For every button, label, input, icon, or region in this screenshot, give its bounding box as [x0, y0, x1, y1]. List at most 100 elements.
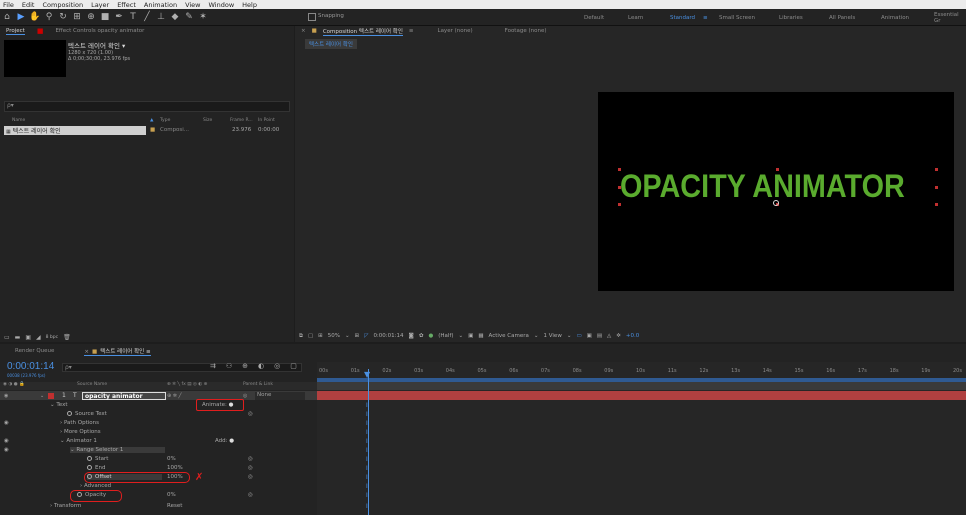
col-source-name[interactable]: Source Name — [77, 382, 107, 387]
exposure-reset-icon[interactable]: ✲ — [616, 333, 621, 339]
rotate-tool-icon[interactable]: ↻ — [56, 10, 70, 24]
chevron-down-icon[interactable]: ⌄ — [567, 333, 572, 339]
timeline-current-time[interactable]: 0:00:01:14 — [7, 361, 54, 372]
comp-subtab[interactable]: 텍스트 레이어 확인 — [305, 39, 357, 49]
prop-advanced[interactable]: › Advanced — [80, 483, 111, 489]
prop-start[interactable]: Start — [87, 456, 108, 462]
flowchart-icon[interactable]: ◢ — [36, 334, 41, 341]
new-comp-icon[interactable]: ▣ — [25, 334, 31, 341]
transparency-grid-icon[interactable]: ▦ — [478, 333, 483, 339]
snapping-checkbox[interactable] — [308, 13, 316, 21]
pickwhip-icon[interactable]: ◎ — [248, 474, 253, 480]
layer-switches[interactable]: ⊕ ✲ ╱ — [167, 393, 182, 399]
new-folder-icon[interactable]: ▬ — [15, 334, 21, 341]
camera-select[interactable]: Active Camera — [489, 333, 529, 339]
workspace-default[interactable]: Default — [584, 9, 604, 26]
layer-name[interactable]: opacity animator — [82, 391, 166, 400]
pickwhip-icon[interactable]: ◎ — [243, 393, 247, 399]
prop-end-value[interactable]: 100% — [167, 465, 183, 471]
prop-text[interactable]: ⌄ Text — [50, 402, 67, 408]
draft-3d-icon[interactable]: ⇉ — [210, 362, 216, 370]
expand-icon[interactable]: ⌄ — [40, 393, 44, 399]
tab-layer[interactable]: Layer (none) — [438, 28, 473, 34]
channel-icon[interactable]: ⊞ — [318, 333, 323, 339]
type-tool-icon[interactable]: T — [126, 10, 140, 24]
prop-source-text[interactable]: Source Text — [67, 411, 107, 417]
handle-mid-right[interactable] — [935, 186, 938, 189]
prop-transform[interactable]: › Transform — [50, 503, 81, 509]
chevron-down-icon[interactable]: ⌄ — [345, 333, 350, 339]
prop-end[interactable]: End — [87, 465, 105, 471]
menu-animation[interactable]: Animation — [144, 1, 177, 9]
zoom-tool-icon[interactable]: ⚲ — [42, 10, 56, 24]
time-ruler[interactable] — [317, 382, 966, 390]
menu-composition[interactable]: Composition — [42, 1, 83, 9]
playhead-handle-icon[interactable]: ▼ — [364, 370, 370, 379]
shy-layers-icon[interactable]: ⚇ — [226, 362, 232, 370]
hand-tool-icon[interactable]: ✋ — [28, 10, 42, 24]
clone-stamp-icon[interactable]: ⊥ — [154, 10, 168, 24]
current-time[interactable]: 0:00:01:14 — [373, 333, 403, 339]
playhead-line[interactable] — [368, 369, 369, 515]
chevron-down-icon[interactable]: ⌄ — [534, 333, 539, 339]
region-icon[interactable]: ▢ — [308, 333, 313, 339]
pickwhip-icon[interactable]: ◎ — [248, 492, 253, 498]
flowchart-icon[interactable]: ◬ — [607, 333, 611, 339]
comp-viewer-canvas[interactable]: OPACITY ANIMATOR — [598, 92, 954, 291]
project-item-row[interactable]: ▦ 텍스트 레이어 확인 — [4, 126, 146, 135]
handle-mid-left[interactable] — [618, 186, 621, 189]
view-layout-select[interactable]: 1 View — [544, 333, 562, 339]
tab-composition[interactable]: Composition 텍스트 레이어 확인 — [322, 27, 403, 36]
pickwhip-icon[interactable]: ◎ — [248, 411, 253, 417]
prop-path-options[interactable]: › Path Options — [60, 420, 99, 426]
fast-preview-icon[interactable]: ▣ — [587, 333, 592, 339]
lock-icon[interactable]: ■ — [312, 28, 317, 34]
col-frame-rate[interactable]: Frame R... — [230, 118, 253, 123]
handle-bottom-left[interactable] — [618, 203, 621, 206]
workspace-all-panels[interactable]: All Panels — [829, 9, 855, 26]
frame-blending-icon[interactable]: ⊕ — [242, 362, 248, 370]
handle-top-mid[interactable] — [776, 168, 779, 171]
col-size[interactable]: Size — [203, 118, 212, 123]
prop-more-options[interactable]: › More Options — [60, 429, 101, 435]
anchor-point-icon[interactable] — [773, 200, 779, 206]
grid-icon[interactable]: ⊞ — [355, 333, 360, 339]
col-in-point[interactable]: In Point — [258, 118, 275, 123]
bit-depth[interactable]: 8 bpc — [46, 335, 58, 340]
menu-edit[interactable]: Edit — [22, 1, 35, 9]
roto-brush-icon[interactable]: ✎ — [182, 10, 196, 24]
col-name[interactable]: Name — [12, 118, 25, 123]
eye-toggle-icon[interactable]: ◉ — [4, 438, 9, 444]
eye-toggle-icon[interactable]: ◉ — [4, 420, 9, 426]
parent-select[interactable]: None — [255, 391, 305, 400]
layer-duration-bar[interactable] — [317, 391, 966, 400]
magnification-select[interactable]: 50% — [328, 333, 340, 339]
workspace-animation[interactable]: Animation — [881, 9, 909, 26]
tab-footage[interactable]: Footage (none) — [505, 28, 547, 34]
menu-layer[interactable]: Layer — [91, 1, 109, 9]
workspace-libraries[interactable]: Libraries — [779, 9, 803, 26]
workspace-essential[interactable]: Essential Gr — [934, 9, 966, 26]
layer-row[interactable]: ◉ ⌄ 1 T opacity animator ⊕ ✲ ╱ ◎ None — [0, 391, 317, 400]
selection-tool-icon[interactable]: ▶ — [14, 10, 28, 24]
add-menu[interactable]: Add: ● — [215, 438, 234, 444]
visibility-icon[interactable]: ◉ — [4, 393, 8, 399]
label-color-swatch[interactable] — [48, 392, 54, 399]
project-search-input[interactable]: ρ▾ — [4, 101, 290, 112]
prop-start-value[interactable]: 0% — [167, 456, 176, 462]
menu-view[interactable]: View — [185, 1, 200, 9]
pickwhip-icon[interactable]: ◎ — [248, 456, 253, 462]
graph-editor-icon[interactable]: ◎ — [274, 362, 280, 370]
handle-top-left[interactable] — [618, 168, 621, 171]
exposure-value[interactable]: +0.0 — [626, 333, 639, 339]
eye-toggle-icon[interactable]: ◉ — [4, 447, 9, 453]
prop-range-selector[interactable]: ⌄ Range Selector 1 — [70, 447, 165, 453]
pan-behind-tool-icon[interactable]: ⊕ — [84, 10, 98, 24]
prop-animator[interactable]: ⌄ Animator 1 — [60, 438, 97, 444]
pickwhip-icon[interactable]: ◎ — [248, 465, 253, 471]
graph-icon[interactable]: ▢ — [290, 362, 297, 370]
pixel-aspect-icon[interactable]: ▭ — [576, 333, 581, 339]
col-type[interactable]: Type — [160, 118, 170, 123]
timeline-icon[interactable]: ▤ — [597, 333, 602, 339]
tab-project[interactable]: Project — [6, 28, 25, 35]
